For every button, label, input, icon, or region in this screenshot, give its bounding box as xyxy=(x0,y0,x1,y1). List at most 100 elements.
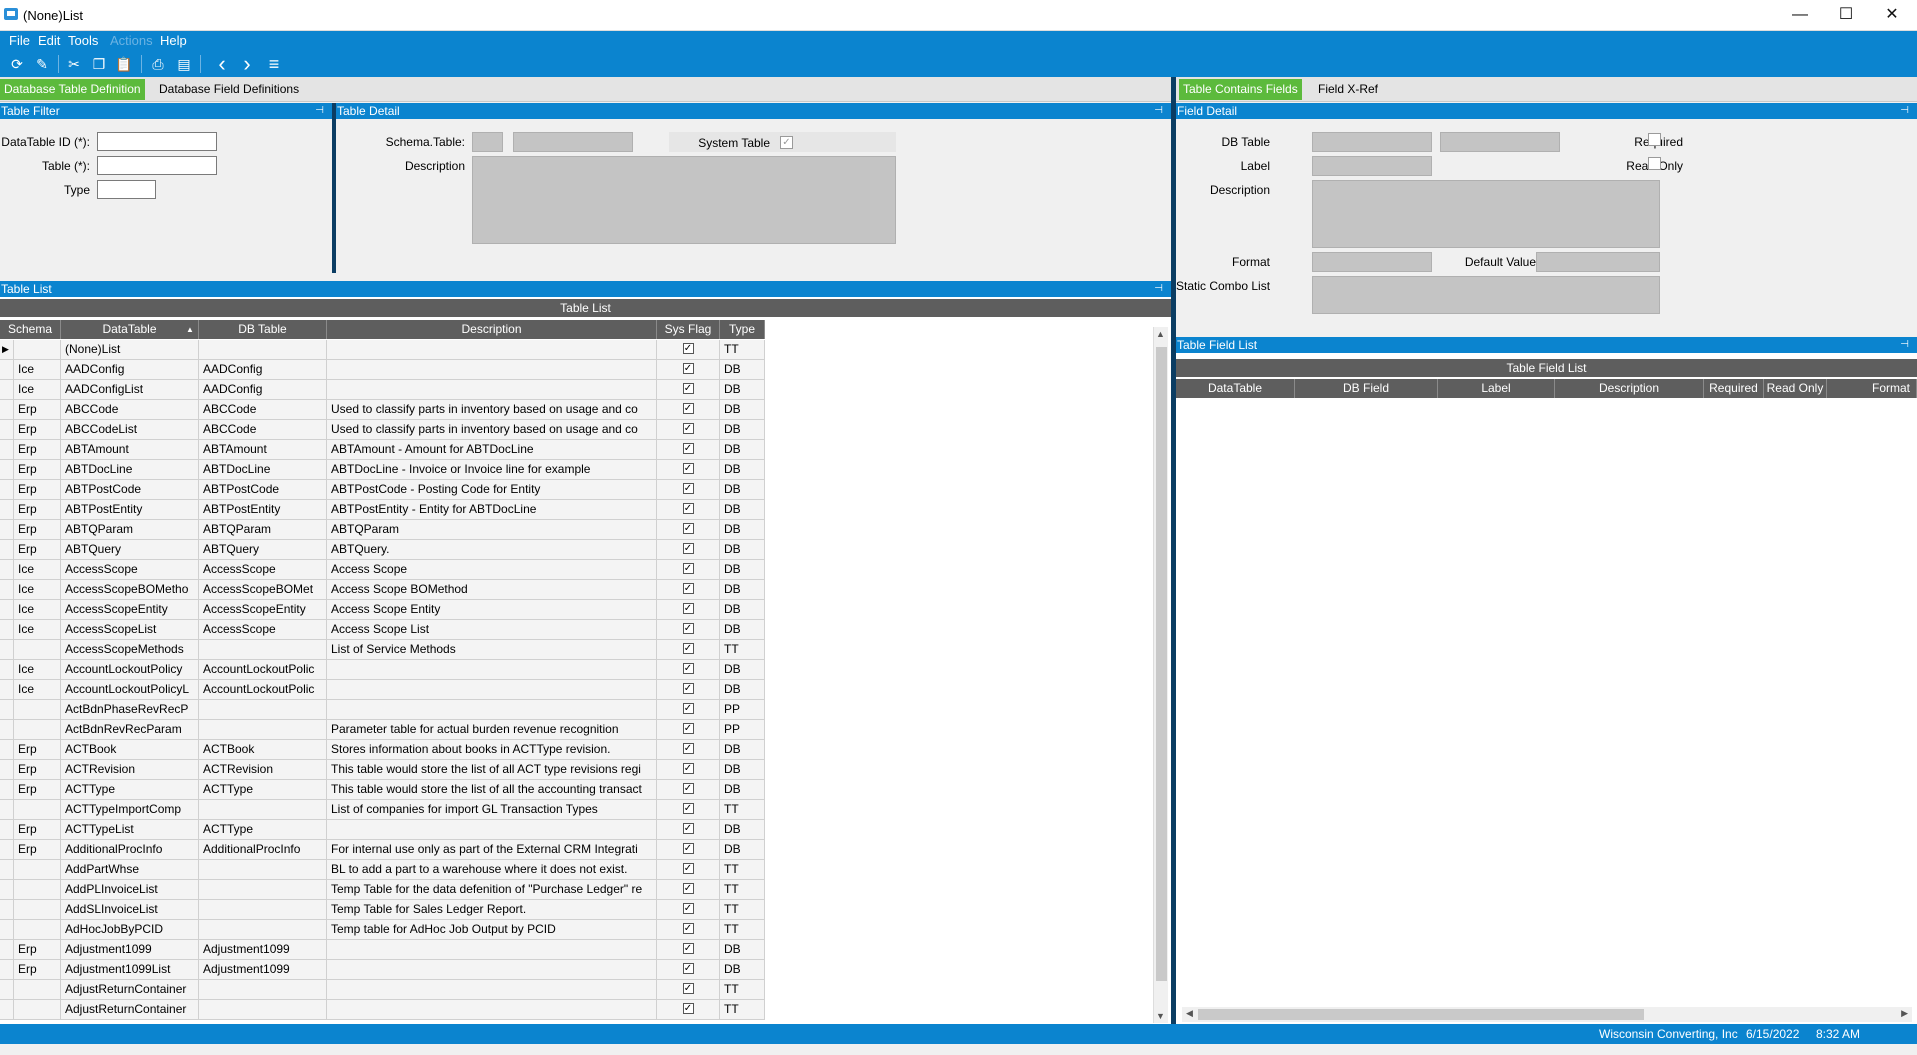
dbtable-cell[interactable] xyxy=(199,980,327,1000)
description-cell[interactable] xyxy=(327,360,657,380)
row-selector[interactable] xyxy=(0,700,14,720)
dbtable-cell[interactable]: ACTType xyxy=(199,820,327,840)
datatable-cell[interactable]: Adjustment1099List xyxy=(61,960,199,980)
datatable-cell[interactable]: ABTDocLine xyxy=(61,460,199,480)
type-cell[interactable]: DB xyxy=(720,420,765,440)
table-row[interactable]: Ice AccessScopeList AccessScope Access Scop… xyxy=(0,620,765,640)
dbtable-cell[interactable] xyxy=(199,900,327,920)
sys-flag-cell[interactable]: ✓ xyxy=(657,340,720,360)
sys-flag-checkbox[interactable]: ✓ xyxy=(682,863,694,875)
description-cell[interactable]: Temp Table for the data defenition of "P… xyxy=(327,880,657,900)
row-selector[interactable] xyxy=(0,400,14,420)
sys-flag-cell[interactable]: ✓ xyxy=(657,560,720,580)
sys-flag-checkbox[interactable]: ✓ xyxy=(682,963,694,975)
row-selector[interactable] xyxy=(0,860,14,880)
sys-flag-cell[interactable]: ✓ xyxy=(657,760,720,780)
schema-cell[interactable] xyxy=(14,720,61,740)
description-cell[interactable]: Stores information about books in ACTTyp… xyxy=(327,740,657,760)
datatable-cell[interactable]: AddPartWhse xyxy=(61,860,199,880)
dbtable-cell[interactable]: ABTAmount xyxy=(199,440,327,460)
schema-cell[interactable]: Ice xyxy=(14,560,61,580)
table-field-list-horizontal-scrollbar[interactable]: ◀ ▶ xyxy=(1182,1007,1912,1022)
sys-flag-cell[interactable]: ✓ xyxy=(657,520,720,540)
table-row[interactable]: AdHocJobByPCID Temp table for AdHoc Job O… xyxy=(0,920,765,940)
row-selector[interactable] xyxy=(0,840,14,860)
row-selector[interactable] xyxy=(0,680,14,700)
sys-flag-checkbox[interactable]: ✓ xyxy=(682,883,694,895)
row-selector[interactable] xyxy=(0,980,14,1000)
sys-flag-checkbox[interactable]: ✓ xyxy=(682,843,694,855)
scroll-left-icon[interactable]: ◀ xyxy=(1186,1008,1193,1019)
row-selector[interactable] xyxy=(0,760,14,780)
sys-flag-checkbox[interactable]: ✓ xyxy=(682,783,694,795)
row-selector[interactable] xyxy=(0,500,14,520)
schema-cell[interactable]: Erp xyxy=(14,960,61,980)
schema-cell[interactable]: Erp xyxy=(14,740,61,760)
table-row[interactable]: ActBdnRevRecParam Parameter table for act… xyxy=(0,720,765,740)
back-icon[interactable]: ‹ xyxy=(212,53,232,75)
schema-cell[interactable]: Erp xyxy=(14,420,61,440)
table-row[interactable]: Erp ABCCodeList ABCCode Used to classify pa… xyxy=(0,420,765,440)
table-row[interactable]: Ice AccessScopeEntity AccessScopeEntity Acc… xyxy=(0,600,765,620)
sys-flag-checkbox[interactable]: ✓ xyxy=(682,563,694,575)
minimize-button[interactable]: — xyxy=(1777,0,1823,31)
datatable-cell[interactable]: AccessScope xyxy=(61,560,199,580)
forward-icon[interactable]: › xyxy=(237,53,257,75)
type-cell[interactable]: DB xyxy=(720,760,765,780)
pin-icon[interactable]: ⊣ xyxy=(1900,103,1909,119)
sys-flag-checkbox[interactable]: ✓ xyxy=(682,683,694,695)
schema-cell[interactable]: Ice xyxy=(14,680,61,700)
type-cell[interactable]: DB xyxy=(720,740,765,760)
tab-field-x-ref[interactable]: Field X-Ref xyxy=(1314,79,1382,100)
schema-cell[interactable]: Erp xyxy=(14,780,61,800)
description-cell[interactable]: Temp table for AdHoc Job Output by PCID xyxy=(327,920,657,940)
sys-flag-cell[interactable]: ✓ xyxy=(657,840,720,860)
maximize-button[interactable]: ☐ xyxy=(1823,0,1869,31)
datatable-cell[interactable]: Adjustment1099 xyxy=(61,940,199,960)
dbtable-cell[interactable]: ABTQuery xyxy=(199,540,327,560)
datatable-cell[interactable]: AdjustReturnContainer xyxy=(61,1000,199,1020)
datatable-cell[interactable]: ACTTypeList xyxy=(61,820,199,840)
datatable-cell[interactable]: ActBdnPhaseRevRecP xyxy=(61,700,199,720)
dbtable-cell[interactable] xyxy=(199,800,327,820)
schema-cell[interactable]: Erp xyxy=(14,460,61,480)
sys-flag-checkbox[interactable]: ✓ xyxy=(682,543,694,555)
row-selector[interactable] xyxy=(0,440,14,460)
menu-tools[interactable]: Tools xyxy=(68,33,98,48)
row-selector[interactable] xyxy=(0,960,14,980)
schema-cell[interactable] xyxy=(14,880,61,900)
type-cell[interactable]: TT xyxy=(720,860,765,880)
datatable-cell[interactable]: ActBdnRevRecParam xyxy=(61,720,199,740)
table-row[interactable]: Erp ACTBook ACTBook Stores information abou… xyxy=(0,740,765,760)
type-cell[interactable]: DB xyxy=(720,940,765,960)
schema-cell[interactable]: Ice xyxy=(14,660,61,680)
table-row[interactable]: AddPLInvoiceList Temp Table for the data … xyxy=(0,880,765,900)
row-selector[interactable] xyxy=(0,360,14,380)
pin-icon[interactable]: ⊣ xyxy=(1154,281,1163,297)
datatable-cell[interactable]: ABTQuery xyxy=(61,540,199,560)
table-row[interactable]: Erp ACTType ACTType This table would store … xyxy=(0,780,765,800)
print-preview-icon[interactable]: ▤ xyxy=(174,54,194,74)
row-selector[interactable] xyxy=(0,600,14,620)
table-row[interactable]: Ice AccessScopeBOMetho AccessScopeBOMet Acc… xyxy=(0,580,765,600)
sys-flag-checkbox[interactable]: ✓ xyxy=(682,723,694,735)
scroll-right-icon[interactable]: ▶ xyxy=(1901,1008,1908,1019)
column-header[interactable]: Sys Flag xyxy=(657,320,720,339)
description-cell[interactable] xyxy=(327,1000,657,1020)
datatable-cell[interactable]: ABTPostEntity xyxy=(61,500,199,520)
menu-edit[interactable]: Edit xyxy=(38,33,60,48)
cut-icon[interactable]: ✂ xyxy=(64,54,84,74)
description-cell[interactable]: ABTPostCode - Posting Code for Entity xyxy=(327,480,657,500)
type-cell[interactable]: TT xyxy=(720,920,765,940)
dbtable-cell[interactable]: ABTPostEntity xyxy=(199,500,327,520)
dbtable-cell[interactable]: Adjustment1099 xyxy=(199,940,327,960)
print-icon[interactable]: ⎙ xyxy=(148,54,168,74)
tab-table-contains-fields[interactable]: Table Contains Fields xyxy=(1179,79,1302,100)
type-cell[interactable]: DB xyxy=(720,400,765,420)
schema-cell[interactable]: Erp xyxy=(14,820,61,840)
datatable-cell[interactable]: AddSLInvoiceList xyxy=(61,900,199,920)
dbtable-cell[interactable]: ACTRevision xyxy=(199,760,327,780)
description-cell[interactable]: For internal use only as part of the Ext… xyxy=(327,840,657,860)
table-row[interactable]: Erp ABCCode ABCCode Used to classify parts … xyxy=(0,400,765,420)
sys-flag-cell[interactable]: ✓ xyxy=(657,540,720,560)
